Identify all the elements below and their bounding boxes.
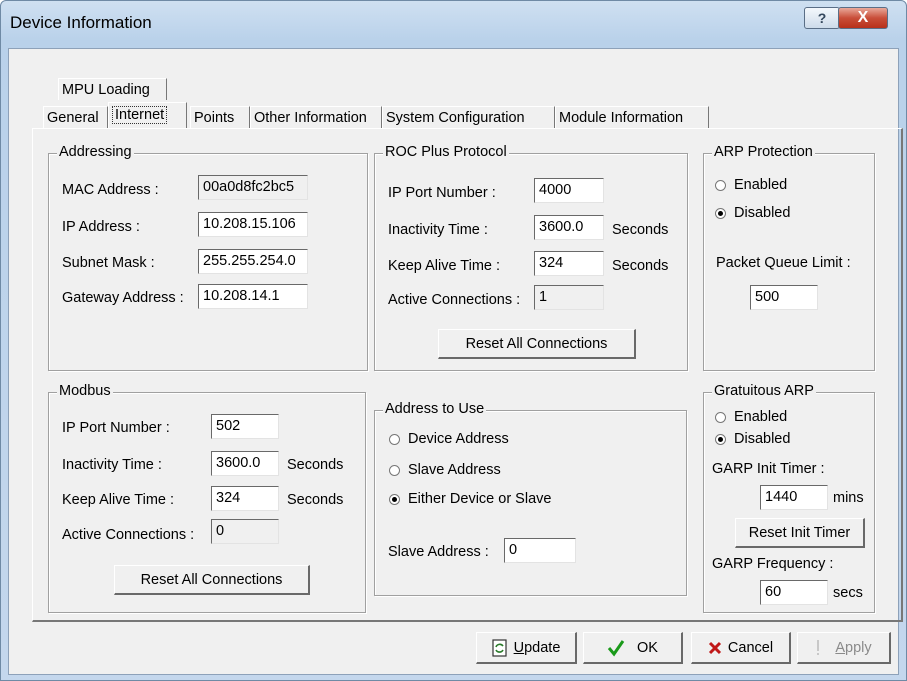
ip-address-input[interactable]: 10.208.15.106: [198, 212, 308, 237]
radio-checked-icon: [715, 433, 726, 445]
modbus-port-input[interactable]: 502: [211, 414, 279, 439]
subnet-mask-input[interactable]: 255.255.254.0: [198, 249, 308, 274]
help-icon: ?: [817, 10, 827, 26]
reset-init-timer-button[interactable]: Reset Init Timer: [735, 518, 865, 548]
tab-points[interactable]: Points: [190, 106, 250, 128]
roc-keepalive-input[interactable]: 324: [534, 251, 604, 276]
tab-mpu-loading[interactable]: MPU Loading: [58, 78, 167, 100]
ip-address-label: IP Address :: [62, 219, 140, 235]
modbus-reset-connections-button[interactable]: Reset All Connections: [114, 565, 310, 595]
packet-queue-limit-label: Packet Queue Limit :: [716, 255, 851, 271]
arp-protection-title: ARP Protection: [712, 144, 815, 160]
modbus-keepalive-unit: Seconds: [287, 492, 344, 508]
gratuitous-arp-title: Gratuitous ARP: [712, 383, 816, 399]
refresh-icon: [492, 638, 507, 657]
address-to-use-title: Address to Use: [383, 401, 487, 417]
tab-other-information[interactable]: Other Information: [250, 106, 382, 128]
modbus-active-connections-label: Active Connections :: [62, 527, 195, 543]
radio-unchecked-icon: [389, 464, 400, 476]
roc-keepalive-label: Keep Alive Time :: [388, 258, 501, 274]
tab-module-information[interactable]: Module Information: [555, 106, 709, 128]
garp-init-timer-label: GARP Init Timer :: [712, 461, 825, 477]
x-icon: [708, 641, 721, 654]
roc-active-connections-field: 1: [534, 285, 604, 310]
modbus-title: Modbus: [57, 383, 113, 399]
roc-plus-title: ROC Plus Protocol: [383, 144, 509, 160]
modbus-inactivity-input[interactable]: 3600.0: [211, 451, 279, 476]
exclamation-icon: [817, 639, 820, 655]
roc-active-connections-label: Active Connections :: [388, 292, 521, 308]
packet-queue-limit-input[interactable]: 500: [750, 285, 818, 310]
update-button[interactable]: Update: [476, 632, 577, 664]
roc-inactivity-unit: Seconds: [612, 222, 669, 238]
garp-frequency-input[interactable]: 60: [760, 580, 828, 605]
radio-unchecked-icon: [715, 179, 726, 191]
tab-system-configuration[interactable]: System Configuration: [382, 106, 555, 128]
roc-port-label: IP Port Number :: [388, 185, 496, 201]
window-title: Device Information: [10, 13, 152, 32]
mac-address-label: MAC Address :: [62, 182, 159, 198]
help-button[interactable]: ?: [804, 7, 840, 29]
cancel-button[interactable]: Cancel: [691, 632, 791, 664]
garp-frequency-label: GARP Frequency :: [712, 556, 834, 572]
garp-init-timer-unit: mins: [833, 490, 864, 506]
gateway-address-label: Gateway Address :: [62, 290, 184, 306]
roc-keepalive-unit: Seconds: [612, 258, 669, 274]
radio-checked-icon: [389, 493, 400, 505]
modbus-port-label: IP Port Number :: [62, 420, 170, 436]
radio-checked-icon: [715, 207, 726, 219]
arp-enabled-radio[interactable]: Enabled: [715, 177, 787, 193]
ok-button[interactable]: OK: [583, 632, 683, 664]
arp-disabled-radio[interactable]: Disabled: [715, 205, 790, 221]
slave-address-radio[interactable]: Slave Address: [389, 462, 501, 478]
garp-init-timer-input[interactable]: 1440: [760, 485, 828, 510]
addressing-title: Addressing: [57, 144, 134, 160]
slave-address-input[interactable]: 0: [504, 538, 576, 563]
modbus-keepalive-label: Keep Alive Time :: [62, 492, 175, 508]
garp-frequency-unit: secs: [833, 585, 863, 601]
close-button[interactable]: X: [838, 7, 888, 29]
device-address-radio[interactable]: Device Address: [389, 431, 509, 447]
garp-disabled-radio[interactable]: Disabled: [715, 431, 790, 447]
slave-address-label: Slave Address :: [388, 544, 489, 560]
title-bar[interactable]: Device Information ? X: [1, 1, 906, 49]
roc-port-input[interactable]: 4000: [534, 178, 604, 203]
subnet-mask-label: Subnet Mask :: [62, 255, 155, 271]
modbus-keepalive-input[interactable]: 324: [211, 486, 279, 511]
gateway-address-input[interactable]: 10.208.14.1: [198, 284, 308, 309]
tab-internet[interactable]: Internet: [108, 102, 187, 128]
close-icon: X: [857, 9, 869, 26]
modbus-active-connections-field: 0: [211, 519, 279, 544]
modbus-inactivity-label: Inactivity Time :: [62, 457, 162, 473]
checkmark-icon: [607, 639, 625, 656]
roc-inactivity-input[interactable]: 3600.0: [534, 215, 604, 240]
mac-address-field: 00a0d8fc2bc5: [198, 175, 308, 200]
either-device-or-slave-radio[interactable]: Either Device or Slave: [389, 491, 551, 507]
tab-general[interactable]: General: [43, 106, 108, 128]
radio-unchecked-icon: [715, 411, 726, 423]
apply-button[interactable]: Apply: [797, 632, 891, 664]
roc-inactivity-label: Inactivity Time :: [388, 222, 488, 238]
garp-enabled-radio[interactable]: Enabled: [715, 409, 787, 425]
radio-unchecked-icon: [389, 433, 400, 445]
roc-reset-connections-button[interactable]: Reset All Connections: [438, 329, 636, 359]
modbus-inactivity-unit: Seconds: [287, 457, 344, 473]
